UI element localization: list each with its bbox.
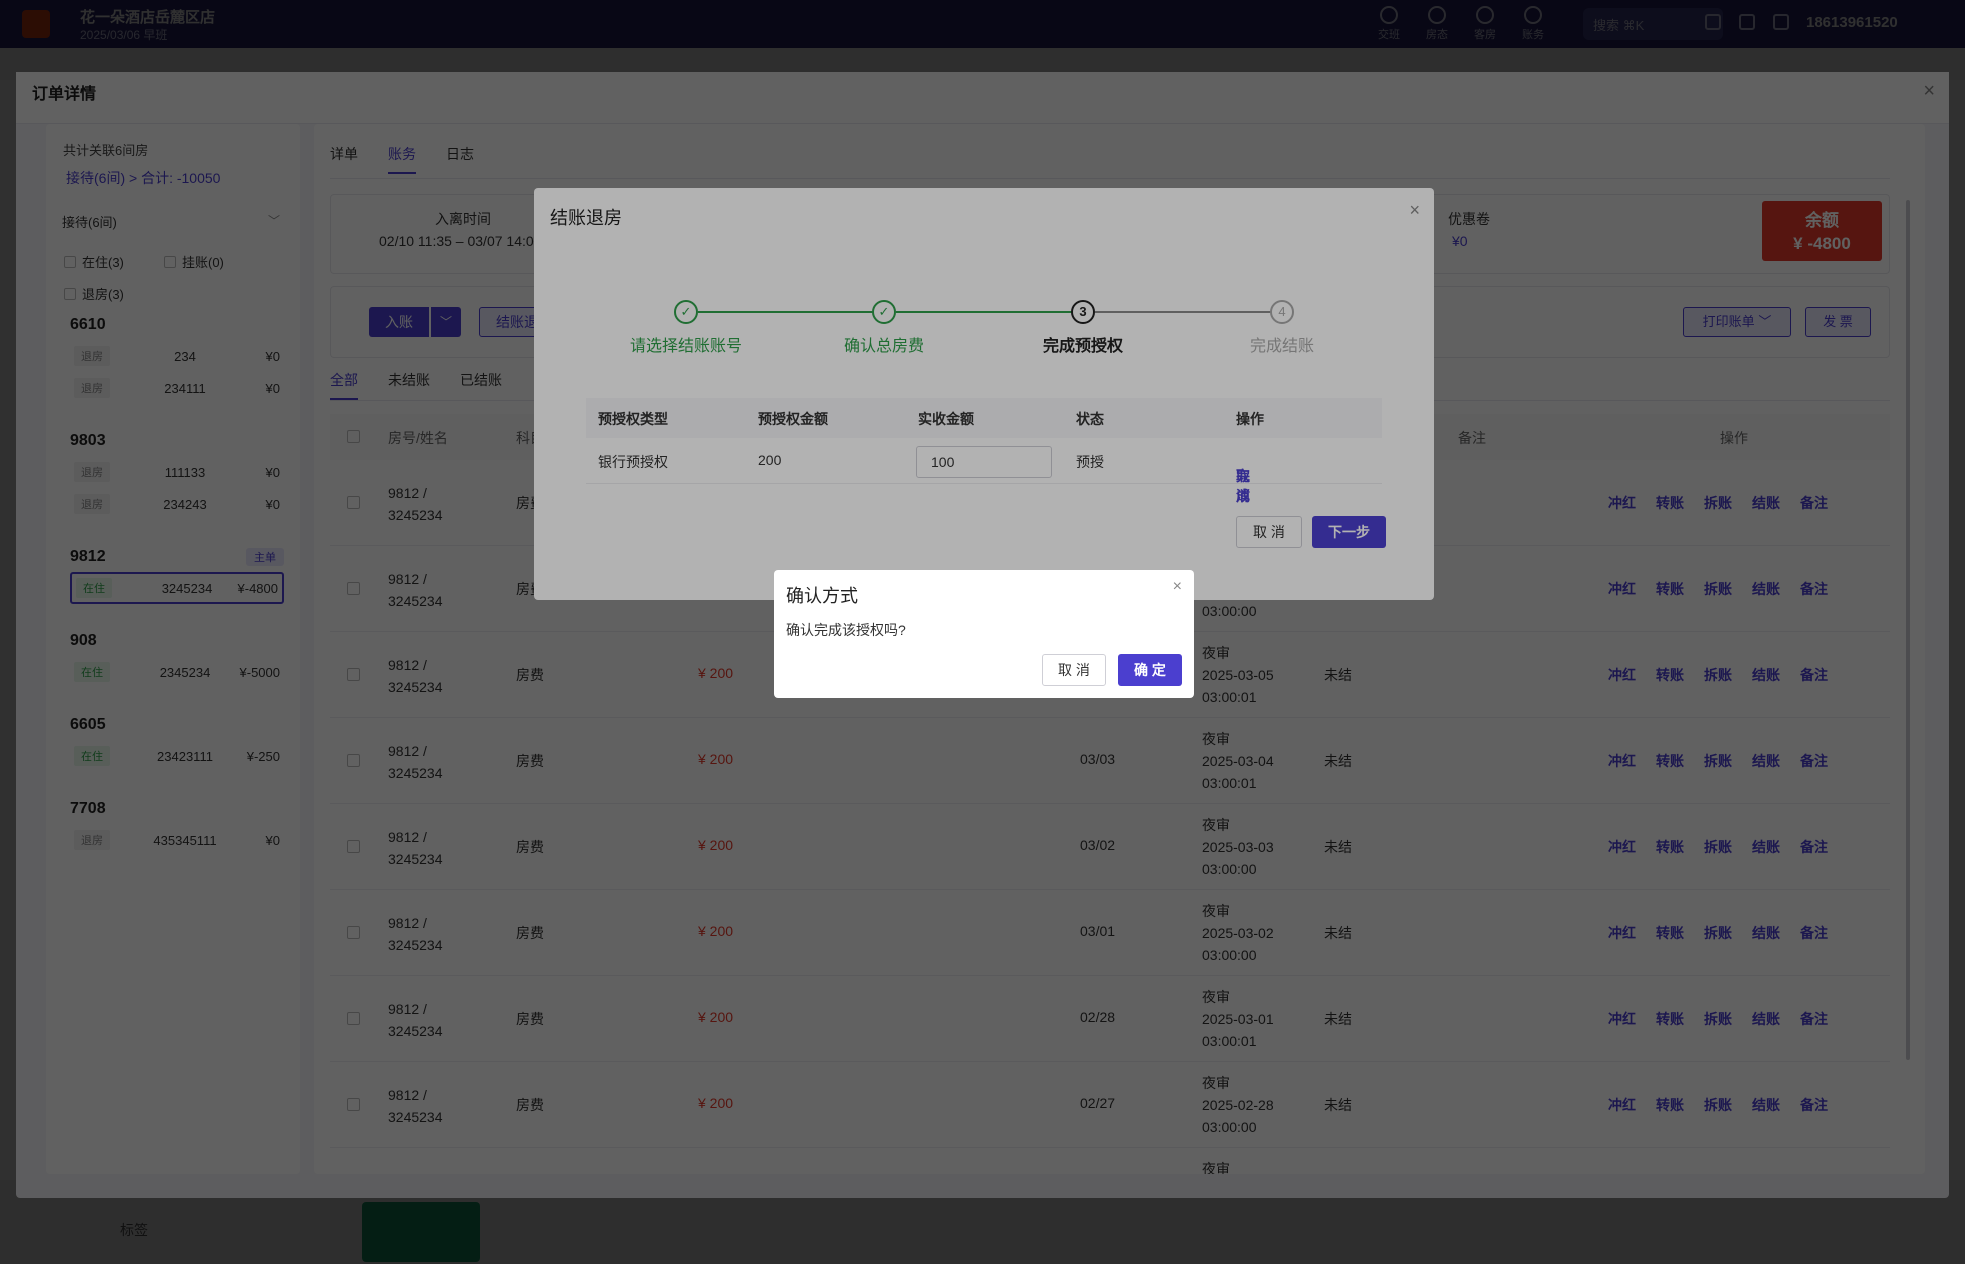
confirm-title: 确认方式 (786, 586, 858, 606)
cancel-button[interactable]: 取 消 (1042, 654, 1106, 686)
confirm-message: 确认完成该授权吗? (786, 622, 906, 638)
close-icon[interactable]: × (1173, 578, 1182, 596)
confirm-button[interactable]: 确 定 (1118, 654, 1182, 686)
confirm-dialog: 确认方式 × 确认完成该授权吗? 取 消 确 定 (774, 570, 1194, 698)
